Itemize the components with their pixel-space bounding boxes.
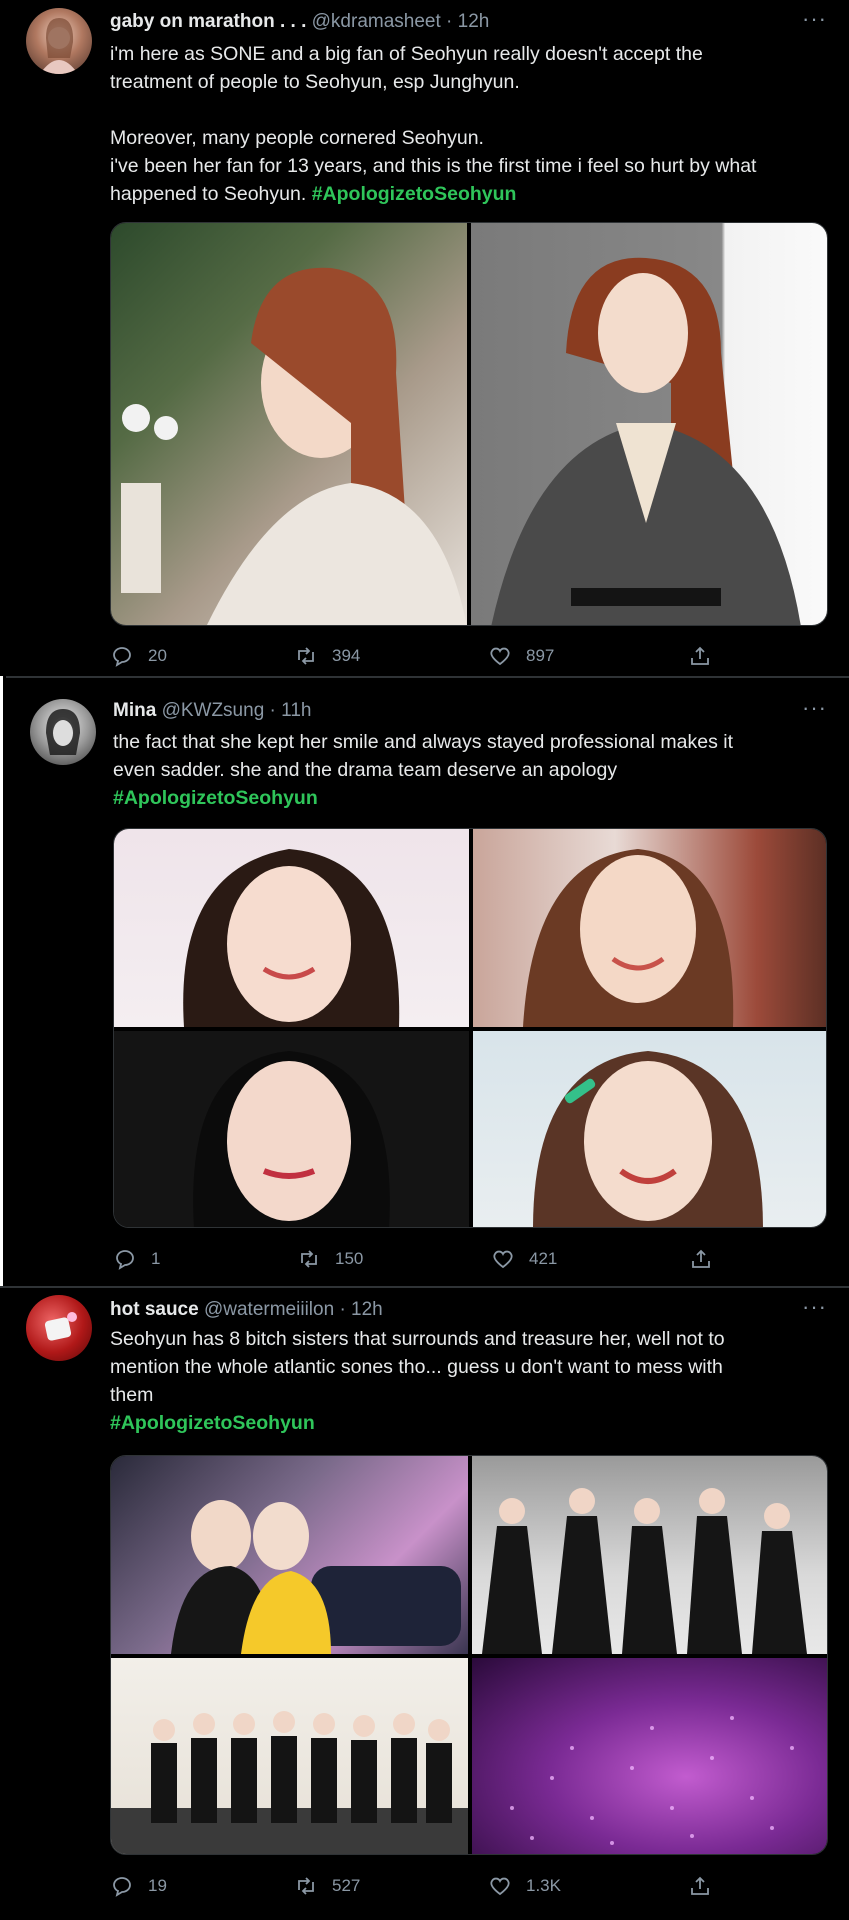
retweet-button[interactable]: 527 bbox=[294, 1874, 360, 1898]
handle[interactable]: @KWZsung bbox=[162, 700, 265, 721]
separator-dot: · bbox=[446, 11, 453, 32]
like-icon bbox=[490, 1877, 510, 1896]
photo[interactable] bbox=[473, 829, 826, 1027]
tweet-line: i'm here as SONE and a big fan of Seohyu… bbox=[110, 43, 703, 65]
action-bar: 19 527 1.3K bbox=[110, 1874, 830, 1904]
hashtag-link[interactable]: #ApologizetoSeohyun bbox=[312, 183, 517, 205]
share-button[interactable] bbox=[689, 1247, 713, 1271]
timestamp[interactable]: 11h bbox=[281, 700, 311, 721]
more-icon[interactable]: ··· bbox=[802, 1296, 827, 1318]
handle[interactable]: @watermeiiilon bbox=[204, 1299, 334, 1320]
tweet-line: even sadder. she and the drama team dese… bbox=[113, 759, 618, 781]
photo[interactable] bbox=[471, 223, 827, 625]
like-icon bbox=[490, 647, 510, 666]
reply-button[interactable]: 20 bbox=[110, 644, 167, 668]
tweet-divider bbox=[6, 676, 849, 678]
action-bar: 20 394 897 bbox=[110, 644, 830, 674]
share-button[interactable] bbox=[688, 644, 712, 668]
separator-dot: · bbox=[339, 1299, 346, 1320]
tweet-text: i'm here as SONE and a big fan of Seohyu… bbox=[110, 40, 830, 208]
reply-count: 20 bbox=[148, 646, 167, 665]
tweet-line: i've been her fan for 13 years, and this… bbox=[110, 155, 757, 177]
reply-icon bbox=[116, 1250, 134, 1270]
reply-button[interactable]: 1 bbox=[113, 1247, 160, 1271]
reply-count: 1 bbox=[151, 1249, 161, 1268]
tweet-line: happened to Seohyun. bbox=[110, 183, 307, 205]
photo[interactable] bbox=[472, 1456, 827, 1654]
share-icon bbox=[691, 1876, 709, 1895]
separator-dot: · bbox=[269, 700, 276, 721]
tweet-text: the fact that she kept her smile and alw… bbox=[113, 728, 833, 812]
hashtag-link[interactable]: #ApologizetoSeohyun bbox=[110, 1412, 315, 1434]
retweet-count: 394 bbox=[332, 646, 361, 665]
tweet-2[interactable]: Mina @KWZsung · 11h ··· the fact that sh… bbox=[6, 680, 849, 1284]
retweet-button[interactable]: 150 bbox=[297, 1247, 363, 1271]
more-icon[interactable]: ··· bbox=[802, 8, 827, 30]
timestamp[interactable]: 12h bbox=[351, 1299, 383, 1320]
tweet-divider bbox=[0, 1286, 849, 1288]
tweet-line: treatment of people to Seohyun, esp Jung… bbox=[110, 71, 520, 93]
display-name[interactable]: Mina bbox=[113, 700, 156, 721]
reply-button[interactable]: 19 bbox=[110, 1874, 167, 1898]
photo[interactable] bbox=[111, 223, 467, 625]
action-bar: 1 150 421 bbox=[113, 1247, 833, 1277]
tweet-line: Seohyun has 8 bitch sisters that surroun… bbox=[110, 1328, 725, 1350]
separator-line bbox=[0, 676, 3, 1286]
reply-icon bbox=[113, 647, 131, 667]
like-count: 421 bbox=[529, 1249, 558, 1268]
photo[interactable] bbox=[114, 1031, 469, 1227]
retweet-icon bbox=[298, 1877, 314, 1895]
photo[interactable] bbox=[114, 829, 469, 1027]
timestamp[interactable]: 12h bbox=[458, 11, 490, 32]
media-grid[interactable] bbox=[110, 222, 828, 626]
tweet-line: the fact that she kept her smile and alw… bbox=[113, 731, 733, 753]
media-grid[interactable] bbox=[113, 828, 827, 1228]
display-name[interactable]: hot sauce bbox=[110, 1299, 199, 1320]
reply-count: 19 bbox=[148, 1876, 167, 1895]
tweet-3[interactable]: hot sauce @watermeiiilon · 12h ··· Seohy… bbox=[0, 1290, 849, 1920]
retweet-button[interactable]: 394 bbox=[294, 644, 360, 668]
photo[interactable] bbox=[473, 1031, 826, 1227]
reply-icon bbox=[113, 1877, 131, 1897]
handle[interactable]: @kdramasheet bbox=[312, 11, 441, 32]
avatar[interactable] bbox=[30, 699, 96, 765]
like-button[interactable]: 1.3K bbox=[488, 1874, 561, 1898]
like-icon bbox=[493, 1250, 513, 1269]
tweet-line: Moreover, many people cornered Seohyun. bbox=[110, 127, 484, 149]
tweet-1[interactable]: gaby on marathon . . . @kdramasheet · 12… bbox=[0, 0, 849, 676]
more-icon[interactable]: ··· bbox=[802, 697, 827, 719]
avatar[interactable] bbox=[26, 8, 92, 74]
like-count: 897 bbox=[526, 646, 555, 665]
hashtag-link[interactable]: #ApologizetoSeohyun bbox=[113, 787, 318, 809]
retweet-icon bbox=[301, 1250, 317, 1268]
like-button[interactable]: 897 bbox=[488, 644, 554, 668]
photo[interactable] bbox=[472, 1658, 827, 1854]
photo[interactable] bbox=[111, 1456, 468, 1654]
share-icon bbox=[691, 646, 709, 665]
avatar[interactable] bbox=[26, 1295, 92, 1361]
tweet-line: mention the whole atlantic sones tho... … bbox=[110, 1356, 723, 1378]
retweet-icon bbox=[298, 647, 314, 665]
retweet-count: 150 bbox=[335, 1249, 364, 1268]
like-count: 1.3K bbox=[526, 1876, 561, 1895]
like-button[interactable]: 421 bbox=[491, 1247, 557, 1271]
share-button[interactable] bbox=[688, 1874, 712, 1898]
share-icon bbox=[692, 1249, 710, 1268]
photo[interactable] bbox=[111, 1658, 468, 1854]
media-grid[interactable] bbox=[110, 1455, 828, 1855]
tweet-text: Seohyun has 8 bitch sisters that surroun… bbox=[110, 1325, 830, 1437]
retweet-count: 527 bbox=[332, 1876, 361, 1895]
tweet-line: them bbox=[110, 1384, 154, 1406]
display-name[interactable]: gaby on marathon . . . bbox=[110, 11, 306, 32]
